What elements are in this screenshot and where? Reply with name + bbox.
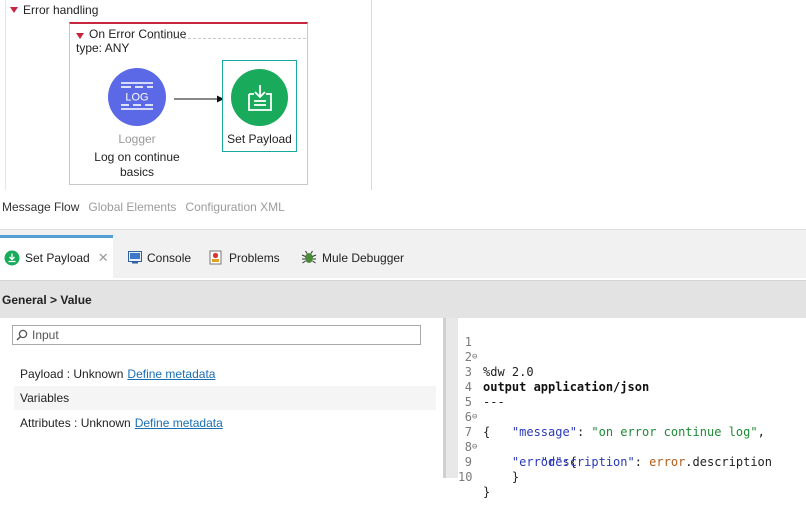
code-line: 8 "description": error.description (458, 425, 772, 469)
flow-editor-tabs: Message Flow Global Elements Configurati… (2, 200, 285, 214)
code-text: "message": "on error continue log", (511, 425, 765, 439)
close-icon[interactable]: ✕ (98, 250, 109, 266)
debugger-icon (301, 250, 317, 264)
svg-text:LOG: LOG (125, 92, 148, 104)
define-metadata-link[interactable]: Define metadata (135, 416, 223, 430)
set-payload-circle (231, 69, 288, 126)
tab-label: Problems (229, 250, 280, 265)
logger-name-line2: basics (119, 165, 154, 179)
breadcrumb-bar: General > Value (0, 280, 806, 318)
code-line: 10 } (458, 455, 490, 499)
logger-component[interactable]: LOG (108, 68, 166, 126)
tab-console[interactable]: Console (124, 236, 195, 279)
metadata-pane: Payload : Unknown Define metadata Variab… (0, 318, 443, 478)
collapse-triangle-icon[interactable] (76, 33, 84, 39)
payload-label: Payload : Unknown (20, 367, 124, 381)
code-line: 2 (458, 335, 487, 364)
set-payload-label: Set Payload (227, 132, 292, 146)
code-line: 7 ⊖ "error":{ (458, 410, 577, 469)
logger-name-label: Log on continue basics (70, 150, 204, 180)
collapse-triangle-icon[interactable] (10, 7, 18, 13)
variables-label: Variables (20, 391, 70, 405)
logger-icon: LOG (121, 82, 153, 110)
code-text: output application/json (483, 380, 650, 394)
code-text: "description": error.description (540, 455, 772, 469)
view-tab-bar: Set Payload ✕ Console Problems Mule Debu… (0, 229, 806, 278)
scope-type: type: ANY (76, 41, 130, 55)
tab-problems[interactable]: Problems (205, 236, 284, 279)
problems-icon (209, 250, 222, 265)
payload-row: Payload : Unknown Define metadata (14, 362, 436, 386)
logger-type-label: Logger (118, 132, 156, 146)
dataweave-editor[interactable]: 1 ⊖ %dw 2.0 2 3 output application/json … (458, 318, 806, 499)
search-input[interactable] (32, 328, 412, 342)
code-line: 6 "message": "on error continue log", (458, 395, 765, 439)
tab-global-elements[interactable]: Global Elements (88, 200, 176, 214)
define-metadata-link[interactable]: Define metadata (127, 367, 215, 381)
scope-title: On Error Continue type: ANY (76, 27, 186, 55)
tab-mule-debugger[interactable]: Mule Debugger (297, 236, 408, 279)
tab-set-payload[interactable]: Set Payload ✕ (0, 235, 113, 278)
logger-caption: Logger Log on continue basics (70, 132, 204, 180)
tab-label: Console (147, 250, 192, 265)
set-payload-icon (247, 84, 272, 111)
code-text: %dw 2.0 (483, 365, 534, 379)
error-handling-header[interactable]: Error handling (10, 3, 98, 17)
code-line: 4 --- (458, 365, 505, 409)
tab-configuration-xml[interactable]: Configuration XML (185, 200, 284, 214)
scope-dashed-divider (148, 38, 306, 39)
tab-label: Set Payload (25, 251, 90, 265)
code-line: 9 } (458, 440, 519, 484)
metadata-search[interactable] (12, 325, 421, 345)
canvas-divider (5, 0, 6, 190)
set-payload-component[interactable]: Set Payload (222, 60, 297, 152)
editor-gutter (446, 318, 458, 478)
error-handling-title: Error handling (23, 3, 99, 17)
tab-message-flow[interactable]: Message Flow (2, 200, 79, 214)
code-line: 3 output application/json (458, 350, 649, 394)
variables-row[interactable]: Variables (14, 386, 436, 410)
code-line: 1 ⊖ %dw 2.0 (458, 320, 534, 379)
tab-label: Mule Debugger (322, 250, 405, 265)
flow-arrow (174, 95, 224, 103)
search-icon (16, 329, 28, 341)
attributes-row: Attributes : Unknown Define metadata (14, 411, 436, 435)
set-payload-icon (4, 250, 20, 266)
console-icon (128, 251, 142, 264)
code-line: 5 ⊖ { (458, 380, 490, 439)
canvas-divider (371, 0, 372, 190)
code-text: } (483, 485, 491, 499)
on-error-continue-scope[interactable]: On Error Continue type: ANY LOG Logger L… (69, 22, 308, 185)
logger-name-line1: Log on continue (94, 150, 180, 164)
flow-canvas: Error handling On Error Continue type: A… (0, 0, 806, 214)
breadcrumb: General > Value (2, 293, 92, 307)
attributes-label: Attributes : Unknown (20, 416, 131, 430)
